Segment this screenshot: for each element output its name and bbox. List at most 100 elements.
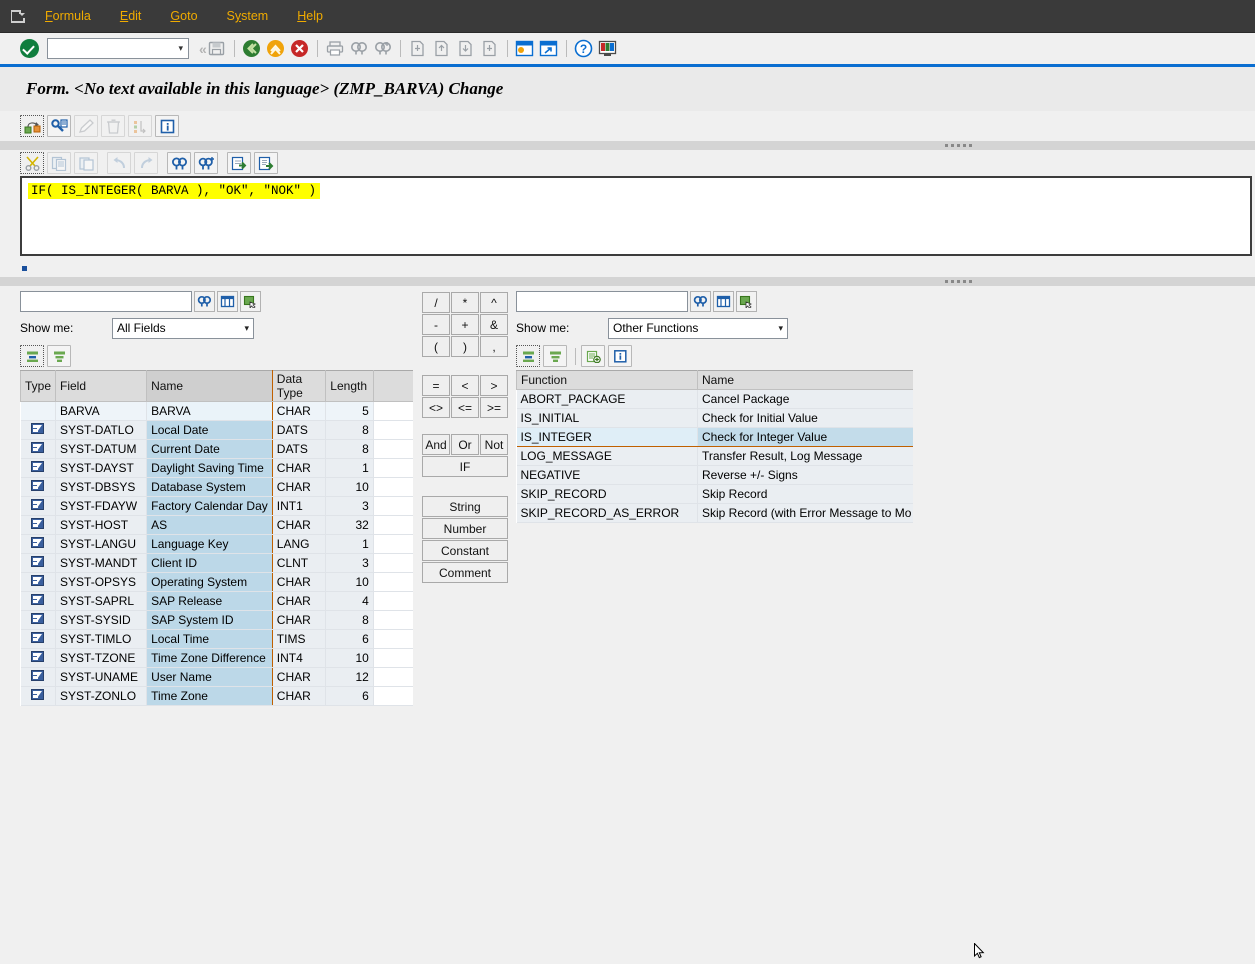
literal-string-button[interactable]: String xyxy=(422,496,508,517)
operator-equal[interactable]: = xyxy=(422,375,450,396)
literal-comment-button[interactable]: Comment xyxy=(422,562,508,583)
panel-splitter-bottom[interactable] xyxy=(0,277,1255,286)
comparison-operator-group: = < > <> <= >= xyxy=(422,375,508,418)
literal-constant-button[interactable]: Constant xyxy=(422,540,508,561)
operator-not[interactable]: Not xyxy=(480,434,508,455)
menu-item-goto[interactable]: Goto xyxy=(170,9,197,23)
operator-less[interactable]: < xyxy=(451,375,479,396)
ok-check-icon[interactable] xyxy=(20,39,39,58)
help-icon[interactable]: ? xyxy=(572,38,596,60)
new-session-icon[interactable] xyxy=(513,38,537,60)
formula-editor[interactable]: IF( IS_INTEGER( BARVA ), "OK", "NOK" ) xyxy=(20,176,1252,256)
cancel-red-icon[interactable] xyxy=(288,38,312,60)
table-row[interactable]: SYST-DAYSTDaylight Saving TimeCHAR1 xyxy=(21,459,414,478)
copy-selection-icon[interactable] xyxy=(736,291,757,312)
information-icon[interactable] xyxy=(608,345,632,367)
table-row[interactable]: SYST-TIMLOLocal TimeTIMS6 xyxy=(21,630,414,649)
field-col-type[interactable]: Type xyxy=(21,371,56,402)
field-col-datatype[interactable]: Data Type xyxy=(272,371,326,402)
operator-if[interactable]: IF xyxy=(422,456,508,477)
operator-and[interactable]: And xyxy=(422,434,450,455)
function-show-me-dropdown[interactable]: Other Functions ▾ xyxy=(608,318,788,339)
function-search-input[interactable] xyxy=(516,291,688,312)
formula-builder-icon[interactable] xyxy=(20,115,44,137)
table-row[interactable]: SYST-ZONLOTime ZoneCHAR6 xyxy=(21,687,414,706)
export-icon[interactable] xyxy=(254,152,278,174)
field-col-length[interactable]: Length xyxy=(326,371,374,402)
table-row[interactable]: SYST-LANGULanguage KeyLANG1 xyxy=(21,535,414,554)
formula-code-line[interactable]: IF( IS_INTEGER( BARVA ), "OK", "NOK" ) xyxy=(28,183,320,199)
table-row[interactable]: SYST-OPSYSOperating SystemCHAR10 xyxy=(21,573,414,592)
cut-scissors-icon[interactable] xyxy=(20,152,44,174)
exit-yellow-icon[interactable] xyxy=(264,38,288,60)
display-change-icon[interactable] xyxy=(47,115,71,137)
operator-concat[interactable]: & xyxy=(480,314,508,335)
sort-descending-icon[interactable] xyxy=(47,345,71,367)
table-row[interactable]: SYST-DATLOLocal DateDATS8 xyxy=(21,421,414,440)
table-row[interactable]: SYST-FDAYWFactory Calendar DayINT13 xyxy=(21,497,414,516)
sort-ascending-icon[interactable] xyxy=(516,345,540,367)
table-row[interactable]: SYST-HOSTASCHAR32 xyxy=(21,516,414,535)
print-icon xyxy=(323,38,347,60)
panel-splitter-top[interactable] xyxy=(0,141,1255,150)
literal-number-button[interactable]: Number xyxy=(422,518,508,539)
find-icon[interactable] xyxy=(690,291,711,312)
field-col-name[interactable]: Name xyxy=(147,371,273,402)
table-row[interactable]: SYST-DBSYSDatabase SystemCHAR10 xyxy=(21,478,414,497)
create-function-icon[interactable] xyxy=(581,345,605,367)
back-green-icon[interactable] xyxy=(240,38,264,60)
find-icon[interactable] xyxy=(167,152,191,174)
operator-divide[interactable]: / xyxy=(422,292,450,313)
find-next-icon[interactable] xyxy=(194,152,218,174)
table-row[interactable]: SKIP_RECORDSkip Record xyxy=(517,485,913,504)
table-row[interactable]: SYST-SAPRLSAP ReleaseCHAR4 xyxy=(21,592,414,611)
filter-table-icon[interactable] xyxy=(217,291,238,312)
table-row[interactable]: SYST-SYSIDSAP System IDCHAR8 xyxy=(21,611,414,630)
table-row[interactable]: SYST-MANDTClient IDCLNT3 xyxy=(21,554,414,573)
table-row[interactable]: SYST-UNAMEUser NameCHAR12 xyxy=(21,668,414,687)
function-col-name[interactable]: Name xyxy=(698,371,913,390)
information-icon[interactable] xyxy=(155,115,179,137)
create-shortcut-icon[interactable] xyxy=(537,38,561,60)
table-row[interactable]: LOG_MESSAGETransfer Result, Log Message xyxy=(517,447,913,466)
field-table[interactable]: Type Field Name Data Type Length BARVABA… xyxy=(20,370,413,706)
sort-descending-icon[interactable] xyxy=(543,345,567,367)
operator-open-paren[interactable]: ( xyxy=(422,336,450,357)
function-col-function[interactable]: Function xyxy=(517,371,698,390)
field-col-field[interactable]: Field xyxy=(56,371,147,402)
menu-item-help[interactable]: Help xyxy=(297,9,323,23)
menu-item-system[interactable]: System xyxy=(227,9,269,23)
operator-or[interactable]: Or xyxy=(451,434,479,455)
find-icon[interactable] xyxy=(194,291,215,312)
field-search-input[interactable] xyxy=(20,291,192,312)
menu-item-edit[interactable]: Edit xyxy=(120,9,142,23)
copy-selection-icon[interactable] xyxy=(240,291,261,312)
table-row[interactable]: SYST-TZONETime Zone DifferenceINT410 xyxy=(21,649,414,668)
sort-ascending-icon[interactable] xyxy=(20,345,44,367)
operator-comma[interactable]: , xyxy=(480,336,508,357)
operator-not-equal[interactable]: <> xyxy=(422,397,450,418)
function-table[interactable]: Function Name ABORT_PACKAGECancel Packag… xyxy=(516,370,913,523)
table-row[interactable]: IS_INITIALCheck for Initial Value xyxy=(517,409,913,428)
table-row[interactable]: SYST-DATUMCurrent DateDATS8 xyxy=(21,440,414,459)
import-icon[interactable] xyxy=(227,152,251,174)
customize-layout-icon[interactable] xyxy=(596,38,620,60)
operator-greater[interactable]: > xyxy=(480,375,508,396)
operator-multiply[interactable]: * xyxy=(451,292,479,313)
operator-minus[interactable]: - xyxy=(422,314,450,335)
filter-table-icon[interactable] xyxy=(713,291,734,312)
operator-less-equal[interactable]: <= xyxy=(451,397,479,418)
table-row[interactable]: BARVABARVACHAR5 xyxy=(21,402,414,421)
table-row[interactable]: NEGATIVEReverse +/- Signs xyxy=(517,466,913,485)
table-row[interactable]: SKIP_RECORD_AS_ERRORSkip Record (with Er… xyxy=(517,504,913,523)
operator-power[interactable]: ^ xyxy=(480,292,508,313)
operator-close-paren[interactable]: ) xyxy=(451,336,479,357)
operator-greater-equal[interactable]: >= xyxy=(480,397,508,418)
table-row[interactable]: IS_INTEGERCheck for Integer Value xyxy=(517,428,913,447)
menu-item-formula[interactable]: Formula xyxy=(45,9,91,23)
operator-plus[interactable]: + xyxy=(451,314,479,335)
field-structure-icon xyxy=(31,556,44,567)
command-field[interactable]: ▾ xyxy=(47,38,189,59)
field-show-me-dropdown[interactable]: All Fields ▾ xyxy=(112,318,254,339)
table-row[interactable]: ABORT_PACKAGECancel Package xyxy=(517,390,913,409)
